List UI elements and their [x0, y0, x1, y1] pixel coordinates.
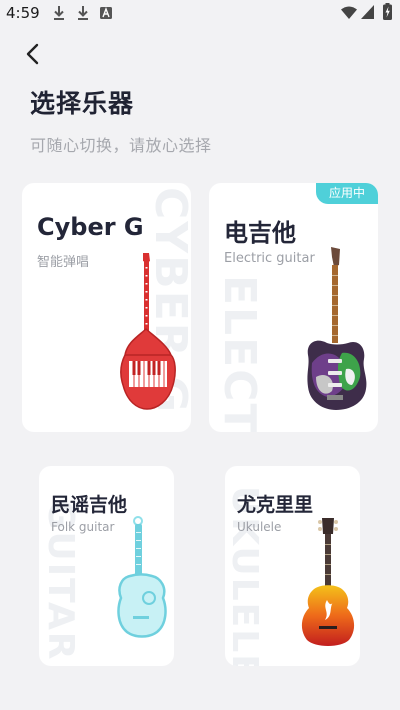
ukulele-image — [301, 518, 355, 646]
card-title: Cyber G — [37, 213, 144, 241]
page-subtitle: 可随心切换，请放心选择 — [30, 136, 212, 155]
card-title: 民谣吉他 — [51, 494, 128, 516]
status-bar: 4:59 — [0, 0, 400, 28]
instrument-card-electric-guitar[interactable]: ELECTRIC 应用中 电吉他 Electric guitar — [209, 183, 378, 432]
cyber-guitar-image — [120, 253, 176, 410]
card-subtitle: Folk guitar — [51, 520, 115, 534]
electric-guitar-image — [307, 247, 367, 410]
battery-charging-icon — [383, 3, 392, 20]
card-watermark: ELECTRIC — [214, 275, 265, 432]
instrument-card-folk-guitar[interactable]: GUITAR 民谣吉他 Folk guitar — [39, 466, 174, 666]
instrument-card-ukulele[interactable]: UKULELE 尤克里里 Ukulele — [225, 466, 360, 666]
status-time: 4:59 — [6, 4, 40, 22]
folk-guitar-image — [117, 516, 167, 638]
wifi-icon — [341, 6, 357, 19]
download-icon — [78, 6, 88, 20]
instrument-card-cyber-g[interactable]: CYBER G Cyber G 智能弹唱 — [22, 183, 191, 432]
back-button[interactable] — [20, 40, 50, 70]
page-title: 选择乐器 — [30, 89, 135, 118]
chevron-left-icon — [26, 43, 39, 65]
signal-icon — [361, 5, 374, 19]
accessibility-icon — [100, 7, 112, 19]
status-badge: 应用中 — [316, 183, 378, 204]
download-icon — [54, 6, 64, 20]
card-title: 电吉他 — [224, 219, 296, 247]
card-title: 尤克里里 — [237, 494, 314, 516]
card-subtitle: Ukulele — [237, 520, 282, 534]
card-subtitle: 智能弹唱 — [37, 255, 90, 270]
